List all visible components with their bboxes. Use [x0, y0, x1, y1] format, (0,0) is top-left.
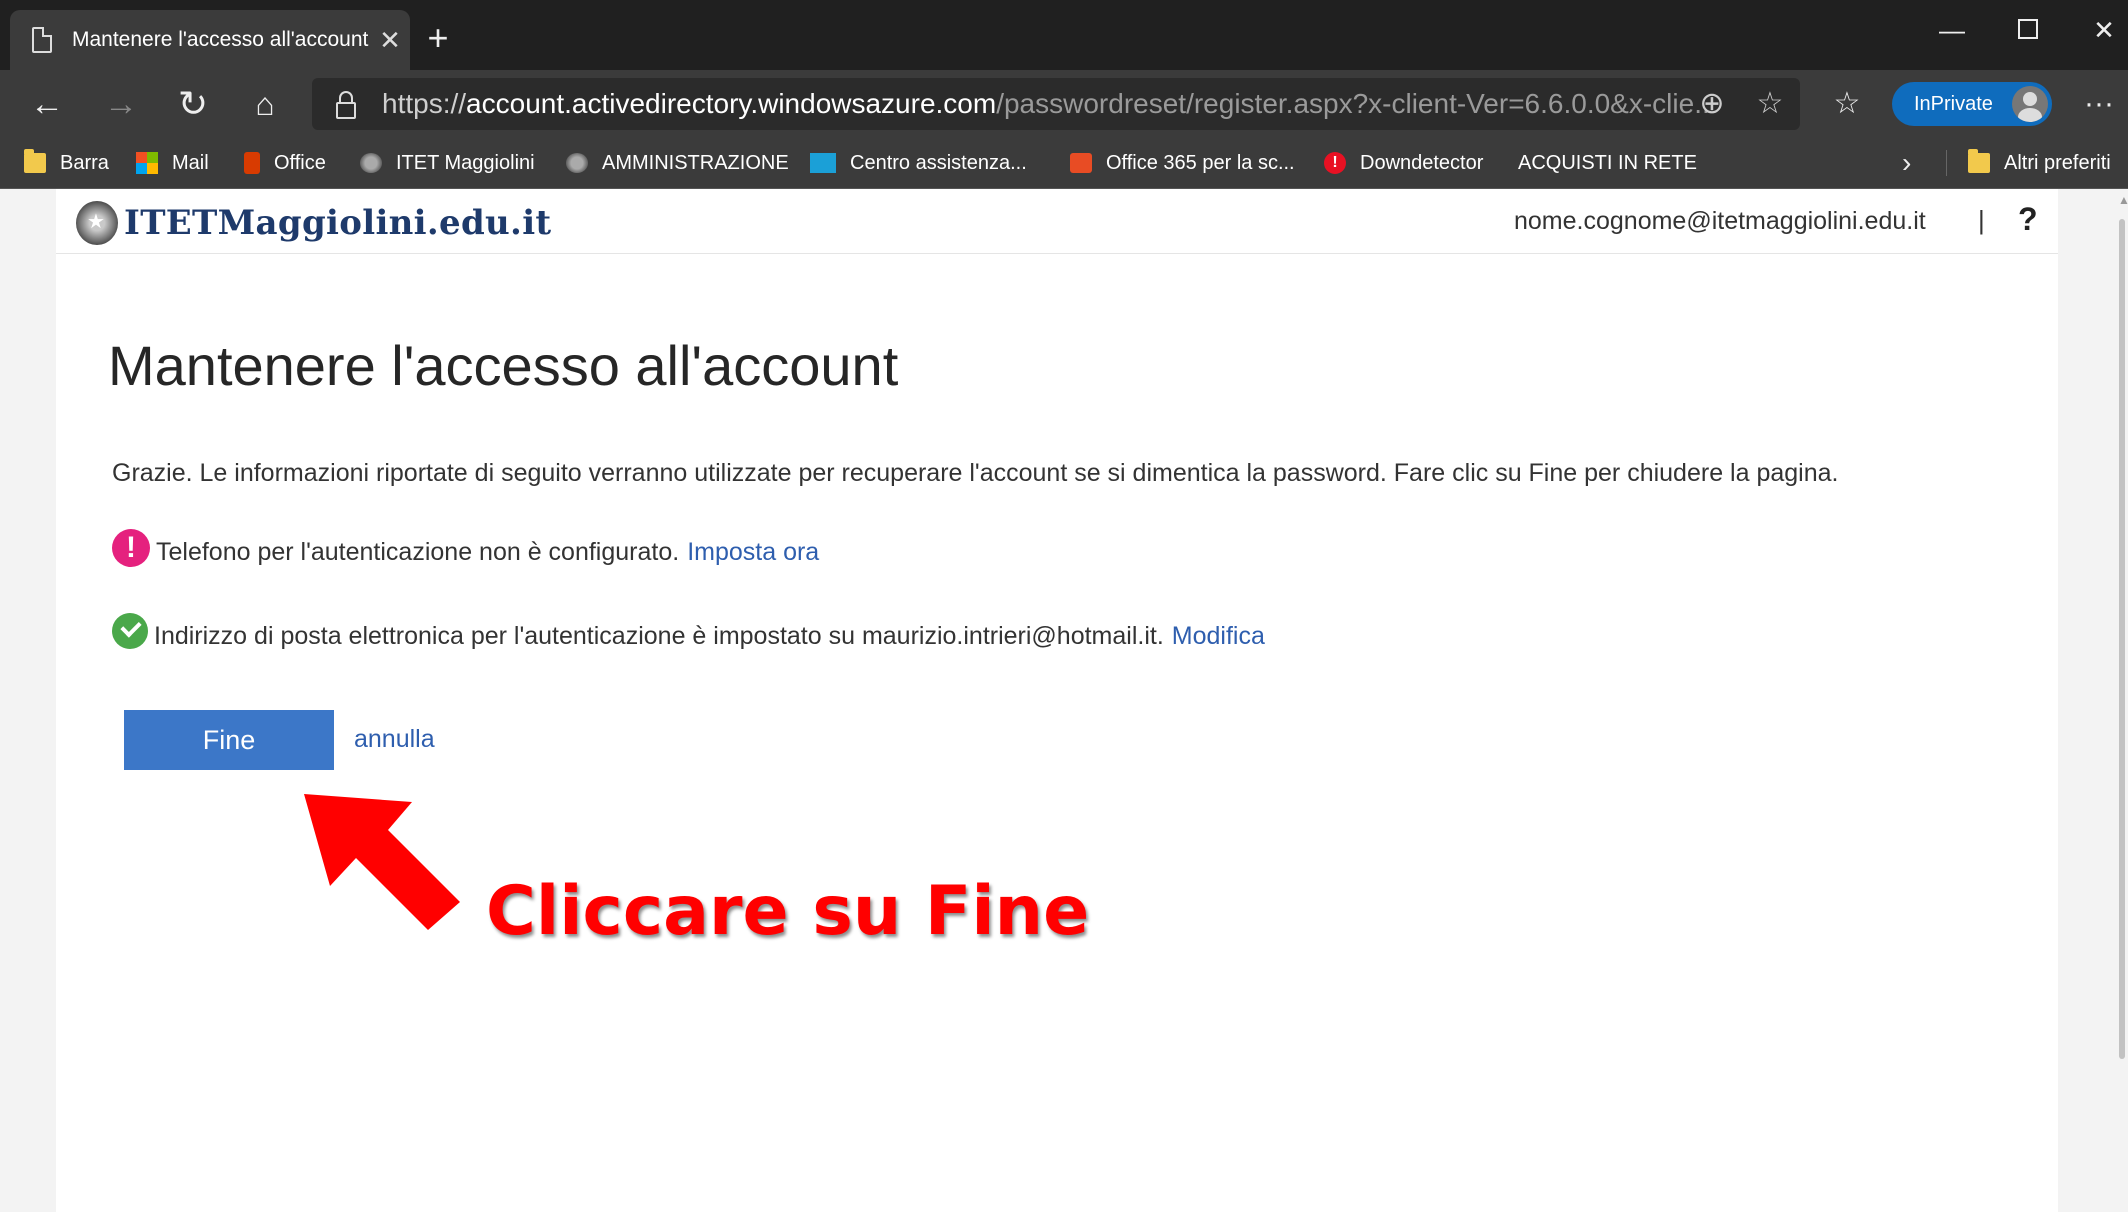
- scrollbar[interactable]: ▲: [2116, 189, 2128, 1212]
- address-bar[interactable]: https://account.activedirectory.windowsa…: [312, 78, 1800, 130]
- annotation-text: Cliccare su Fine: [486, 872, 1090, 951]
- phone-status-text: Telefono per l'autenticazione non è conf…: [156, 538, 680, 566]
- reload-icon[interactable]: ↻: [168, 80, 218, 128]
- annotation-arrow-icon: [304, 794, 460, 930]
- favorite-item[interactable]: ITET Maggiolini: [360, 138, 535, 188]
- phone-status-row: ! Telefono per l'autenticazione non è co…: [112, 529, 819, 567]
- favorite-item[interactable]: Office 365 per la sc...: [1070, 138, 1295, 188]
- favorite-item[interactable]: ! Downdetector: [1324, 138, 1483, 188]
- emblem-icon: [566, 153, 588, 173]
- browser-tab[interactable]: Mantenere l'accesso all'account ✕: [10, 10, 410, 70]
- window-close-icon[interactable]: ✕: [2074, 8, 2128, 52]
- more-icon[interactable]: ···: [2074, 80, 2124, 128]
- favorite-item[interactable]: Mail: [136, 138, 209, 188]
- favorite-item[interactable]: Centro assistenza...: [810, 138, 1027, 188]
- office-icon: [244, 152, 260, 174]
- favorite-item[interactable]: Barra: [24, 138, 109, 188]
- favorites-bar: Barra Mail Office ITET Maggiolini AMMINI…: [0, 138, 2128, 351]
- logo-text: ITETMaggiolini.edu.it: [124, 203, 552, 243]
- back-icon[interactable]: ←: [22, 80, 72, 128]
- emblem-icon: [76, 201, 118, 245]
- zoom-icon[interactable]: ⊕: [1690, 82, 1734, 126]
- scrollbar-thumb[interactable]: [2119, 219, 2125, 1059]
- new-tab-button[interactable]: +: [418, 18, 458, 58]
- logo: ITETMaggiolini.edu.it: [76, 201, 551, 245]
- lock-icon: [336, 91, 356, 119]
- email-status-row: Indirizzo di posta elettronica per l'aut…: [112, 613, 1265, 651]
- checkmark-icon: [112, 613, 148, 649]
- scroll-up-icon[interactable]: ▲: [2118, 193, 2128, 207]
- maximize-icon[interactable]: [1998, 8, 2058, 52]
- cancel-link[interactable]: annulla: [354, 725, 435, 754]
- modify-link[interactable]: Modifica: [1172, 622, 1265, 651]
- email-status-text: Indirizzo di posta elettronica per l'aut…: [154, 622, 1164, 650]
- folder-icon: [24, 149, 46, 173]
- favorite-item[interactable]: AMMINISTRAZIONE: [566, 138, 789, 188]
- page-header: ITETMaggiolini.edu.it nome.cognome@itetm…: [56, 189, 2058, 254]
- arrow-shape: [304, 794, 460, 930]
- tab-strip: Mantenere l'accesso all'account ✕ + — ✕: [0, 0, 2128, 70]
- favorite-item[interactable]: Altri preferiti: [1968, 138, 2111, 188]
- favorites-icon[interactable]: ☆: [1822, 80, 1872, 128]
- inprivate-button[interactable]: InPrivate: [1892, 82, 2052, 126]
- finish-button[interactable]: Fine: [124, 710, 334, 770]
- favorite-item[interactable]: Office: [244, 138, 326, 188]
- forward-icon[interactable]: →: [96, 80, 146, 128]
- page-icon: [32, 27, 52, 53]
- help-icon[interactable]: ?: [2018, 201, 2038, 238]
- tab-title: Mantenere l'accesso all'account: [72, 28, 369, 51]
- user-email: nome.cognome@itetmaggiolini.edu.it: [1514, 207, 1926, 235]
- emblem-icon: [360, 153, 382, 173]
- page-description: Grazie. Le informazioni riportate di seg…: [112, 459, 1839, 487]
- avatar: [2012, 86, 2048, 122]
- tab-close-icon[interactable]: ✕: [370, 25, 410, 56]
- chevron-right-icon[interactable]: ›: [1902, 138, 1911, 188]
- cisco-icon: [810, 153, 836, 173]
- inprivate-label: InPrivate: [1914, 92, 1993, 115]
- set-now-link[interactable]: Imposta ora: [687, 538, 819, 567]
- microsoft-icon: [136, 152, 158, 174]
- url-text[interactable]: https://account.activedirectory.windowsa…: [382, 88, 1712, 120]
- downdetector-icon: !: [1324, 152, 1346, 174]
- home-icon[interactable]: ⌂: [240, 80, 290, 128]
- folder-icon: [1968, 149, 1990, 173]
- warning-icon: !: [112, 529, 150, 567]
- favorite-item[interactable]: ACQUISTI IN RETE: [1518, 138, 1697, 351]
- favorites-divider: [1946, 150, 1947, 176]
- page-content: ITETMaggiolini.edu.it nome.cognome@itetm…: [56, 189, 2058, 1212]
- header-separator: |: [1978, 205, 1985, 235]
- star-icon[interactable]: ☆: [1748, 82, 1792, 126]
- office365-icon: [1070, 153, 1092, 173]
- minimize-icon[interactable]: —: [1922, 8, 1982, 52]
- browser-toolbar: ← → ↻ ⌂ https://account.activedirectory.…: [0, 70, 2128, 138]
- page-title: Mantenere l'accesso all'account: [108, 334, 899, 397]
